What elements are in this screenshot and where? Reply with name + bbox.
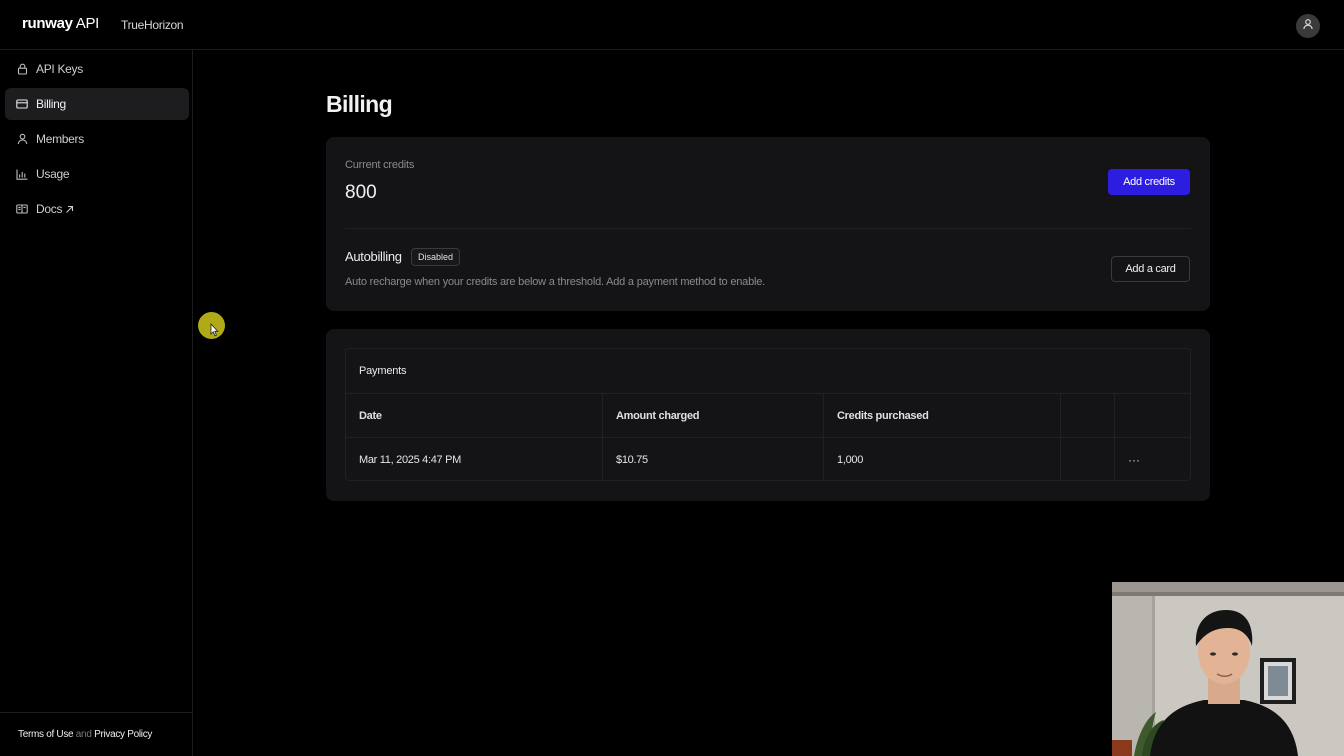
sidebar-item-api-keys[interactable]: API Keys [5,53,189,85]
privacy-link[interactable]: Privacy Policy [94,729,152,740]
bar-chart-icon [16,168,28,180]
credits-value: 800 [345,182,377,203]
cell-credits: 1,000 [823,438,1060,481]
user-avatar-button[interactable] [1296,14,1320,38]
credit-card-icon [16,98,28,110]
column-header-amount: Amount charged [602,394,823,437]
sidebar-item-label: Billing [36,97,66,111]
autobilling-description: Auto recharge when your credits are belo… [345,276,766,288]
status-badge: Disabled [411,248,461,266]
brand-name: runway [22,15,73,32]
table-title: Payments [359,365,407,377]
terms-link[interactable]: Terms of Use [18,729,74,740]
column-header-date: Date [359,409,382,422]
user-icon [1302,17,1314,35]
top-bar: runway API TrueHorizon [0,0,1344,50]
credits-label: Current credits [345,159,415,171]
sidebar-item-billing[interactable]: Billing [5,88,189,120]
sidebar-item-label: Usage [36,167,70,181]
payments-table: Payments Date Amount charged Credits pur… [345,348,1191,481]
divider [345,228,1191,229]
add-card-button[interactable]: Add a card [1111,256,1190,282]
lock-icon [16,63,28,75]
brand-logo[interactable]: runway API [22,15,99,32]
book-icon [16,203,28,215]
cell-amount: $10.75 [602,438,823,481]
sidebar-item-members[interactable]: Members [5,123,189,155]
webcam-overlay [1112,582,1344,756]
credits-card: Current credits 800 Add credits Autobill… [326,137,1210,311]
sidebar-item-docs[interactable]: Docs [5,193,189,225]
table-header-row: Date Amount charged Credits purchased [346,393,1190,437]
sidebar-item-label: Members [36,132,84,146]
cell-date: Mar 11, 2025 4:47 PM [359,453,462,466]
user-icon [16,133,28,145]
more-options-button[interactable]: ··· [1128,453,1140,467]
payments-card: Payments Date Amount charged Credits pur… [326,329,1210,501]
external-link-icon [65,205,74,214]
row-actions-cell: ··· [1114,438,1190,481]
mouse-cursor-icon [210,322,219,342]
sidebar-item-usage[interactable]: Usage [5,158,189,190]
column-header-empty [1060,394,1114,437]
autobilling-title: Autobilling [345,249,402,264]
sidebar: API Keys Billing Members Usage Docs Term… [0,50,193,756]
table-row: Mar 11, 2025 4:47 PM $10.75 1,000 ··· [346,437,1190,481]
sidebar-footer: Terms of Use and Privacy Policy [0,712,192,756]
sidebar-item-label: API Keys [36,62,83,76]
presenter-video-image [1112,582,1344,756]
cell-empty [1060,438,1114,481]
org-name[interactable]: TrueHorizon [121,18,184,32]
column-header-credits: Credits purchased [823,394,1060,437]
column-header-actions [1114,394,1190,437]
brand-suffix: API [75,15,100,32]
page-title: Billing [326,91,393,117]
sidebar-item-label: Docs [36,202,63,216]
legal-links: Terms of Use and Privacy Policy [18,729,152,740]
add-credits-button[interactable]: Add credits [1108,169,1190,195]
and-text: and [75,729,92,740]
